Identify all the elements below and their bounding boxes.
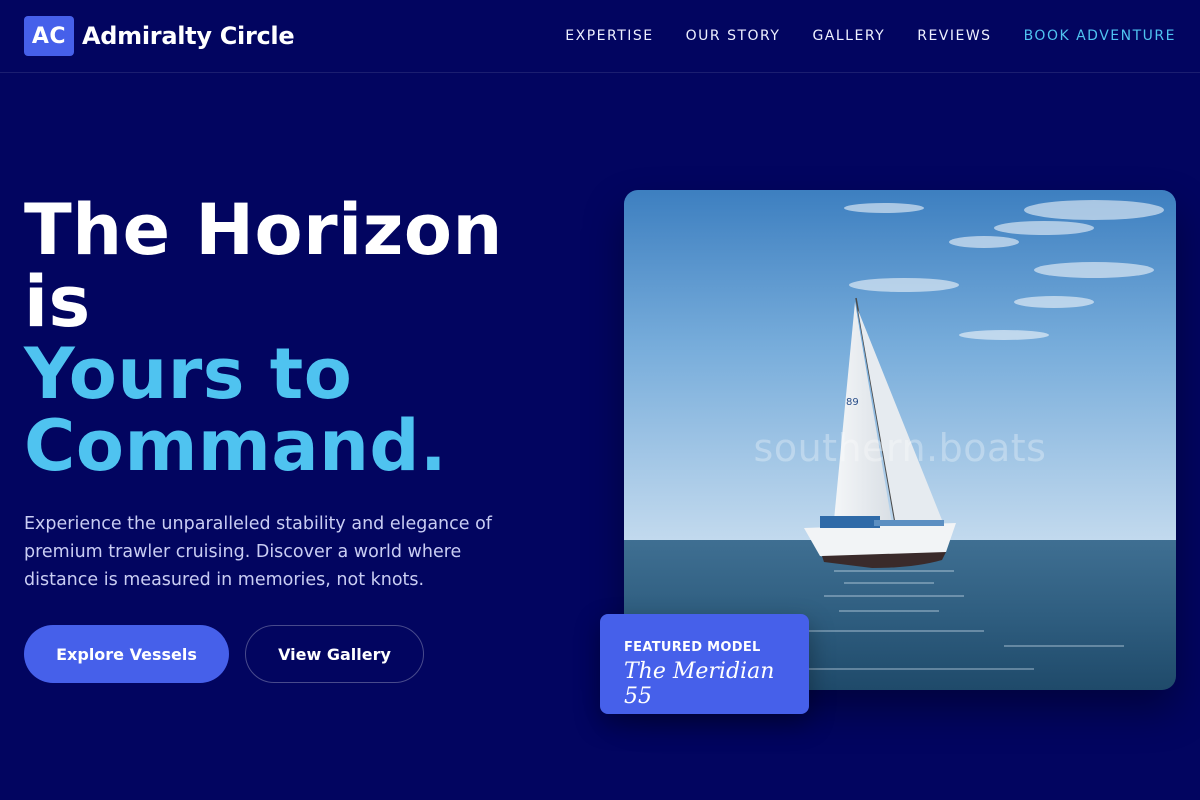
- hero-title: The Horizon is Yours to Command.: [24, 194, 584, 482]
- sail-number: 89: [846, 397, 859, 408]
- brand[interactable]: AC Admiralty Circle: [24, 16, 295, 56]
- hero-title-accent-line-1: Yours to: [24, 333, 353, 415]
- main-nav: EXPERTISE OUR STORY GALLERY REVIEWS BOOK…: [565, 28, 1176, 44]
- nav-reviews[interactable]: REVIEWS: [917, 28, 991, 44]
- site-header: AC Admiralty Circle EXPERTISE OUR STORY …: [0, 0, 1200, 73]
- image-watermark: southern.boats: [753, 426, 1047, 470]
- nav-book-adventure[interactable]: BOOK ADVENTURE: [1024, 28, 1176, 44]
- nav-expertise[interactable]: EXPERTISE: [565, 28, 653, 44]
- hero-title-line-1: The Horizon: [24, 189, 503, 271]
- nav-gallery[interactable]: GALLERY: [812, 28, 885, 44]
- hero-title-line-2: is: [24, 261, 91, 343]
- hero-title-accent-line-2: Command.: [24, 405, 448, 487]
- hero-description: Experience the unparalleled stability an…: [24, 514, 492, 590]
- brand-name[interactable]: Admiralty Circle: [82, 22, 295, 50]
- explore-vessels-button[interactable]: Explore Vessels: [24, 625, 229, 683]
- featured-model-card[interactable]: FEATURED MODEL The Meridian 55: [600, 614, 809, 714]
- featured-label: FEATURED MODEL: [624, 640, 761, 655]
- featured-model-name: The Meridian 55: [624, 659, 775, 709]
- logo-badge[interactable]: AC: [24, 16, 74, 56]
- view-gallery-button[interactable]: View Gallery: [245, 625, 424, 683]
- nav-our-story[interactable]: OUR STORY: [686, 28, 781, 44]
